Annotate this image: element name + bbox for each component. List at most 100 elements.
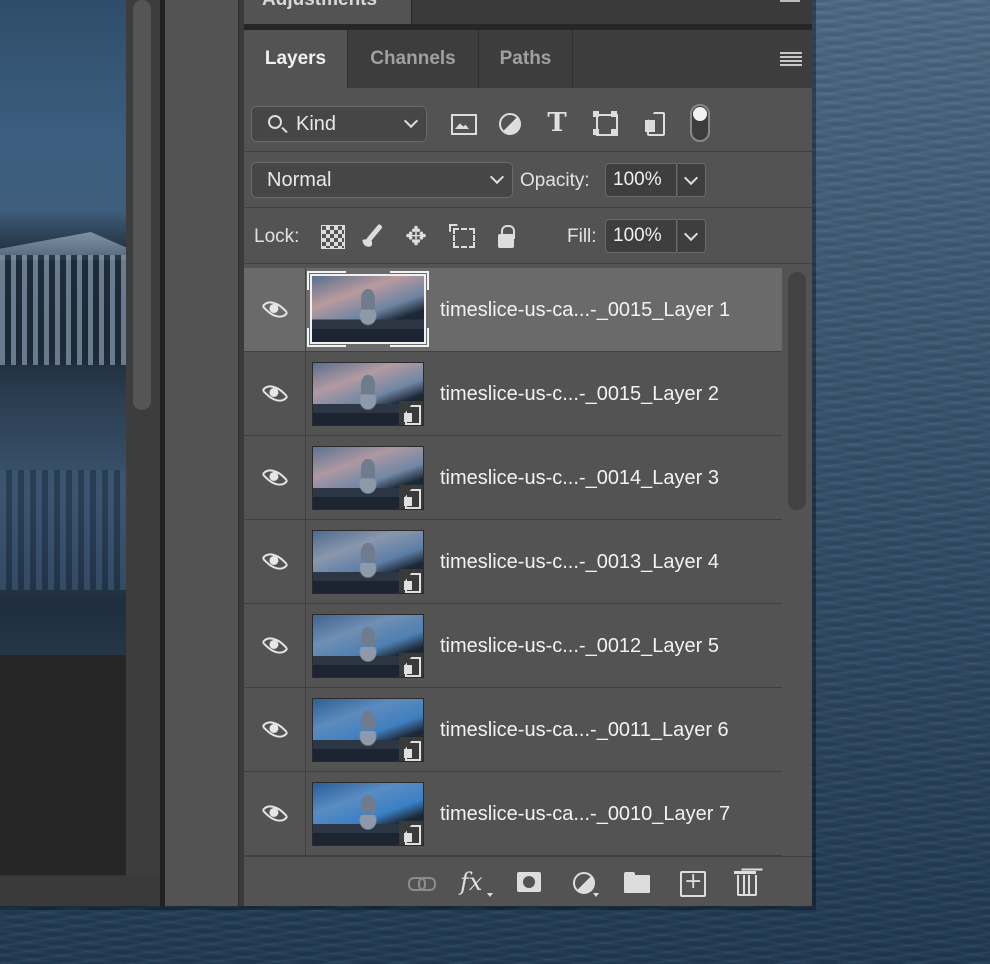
layers-panel-bottom-bar: fx: [244, 856, 812, 906]
thumbnail-dome: [361, 375, 375, 394]
layer-name[interactable]: timeslice-us-c...-_0012_Layer 5: [440, 604, 719, 688]
smart-object-icon: [399, 821, 423, 845]
fill-dropdown-button[interactable]: [678, 219, 706, 253]
layers-list: timeslice-us-ca...-_0015_Layer 1 timeslic…: [244, 268, 782, 856]
smart-object-icon: [399, 653, 423, 677]
visibility-toggle[interactable]: [244, 268, 306, 352]
filter-toggle-switch[interactable]: [690, 104, 710, 142]
layer-thumbnail[interactable]: [312, 530, 424, 594]
lock-artboard-icon[interactable]: [448, 222, 476, 250]
new-group-folder-icon[interactable]: [622, 867, 652, 897]
opacity-dropdown-button[interactable]: [678, 163, 706, 197]
delete-layer-trash-icon[interactable]: [730, 867, 760, 897]
smart-object-filter-icon[interactable]: [637, 106, 671, 140]
layer-name[interactable]: timeslice-us-c...-_0013_Layer 4: [440, 520, 719, 604]
visibility-toggle[interactable]: [244, 520, 306, 604]
canvas-horizontal-scrollbar[interactable]: [0, 876, 160, 906]
layer-thumbnail[interactable]: [312, 362, 424, 426]
layer-thumbnail[interactable]: [312, 698, 424, 762]
link-layers-icon[interactable]: [406, 867, 436, 897]
layer-name[interactable]: timeslice-us-c...-_0015_Layer 2: [440, 352, 719, 436]
eye-icon: [261, 715, 289, 744]
layer-thumbnail[interactable]: [312, 782, 424, 846]
tab-paths[interactable]: Paths: [479, 30, 573, 88]
adjustments-panel: Adjustments: [244, 0, 812, 24]
document-canvas-area: [0, 0, 160, 906]
collapsed-panel-strip[interactable]: [165, 0, 239, 906]
water-reflection: [0, 470, 126, 590]
layers-panel-tabbar: Layers Channels Paths: [244, 30, 812, 88]
add-layer-style-button[interactable]: fx: [460, 867, 493, 897]
layer-row[interactable]: timeslice-us-ca...-_0010_Layer 7: [244, 772, 782, 856]
smart-object-icon: [399, 401, 423, 425]
opacity-label: Opacity:: [520, 170, 590, 191]
layer-row[interactable]: timeslice-us-ca...-_0011_Layer 6: [244, 688, 782, 772]
visibility-toggle[interactable]: [244, 436, 306, 520]
thumbnail-dome: [361, 543, 375, 562]
shape-filter-icon[interactable]: [588, 106, 622, 140]
layers-scrollbar[interactable]: [782, 268, 812, 856]
adjustment-filter-icon[interactable]: [492, 106, 526, 140]
adjustments-panel-menu-icon[interactable]: [780, 0, 800, 3]
layer-name[interactable]: timeslice-us-ca...-_0010_Layer 7: [440, 772, 730, 856]
layer-name[interactable]: timeslice-us-ca...-_0015_Layer 1: [440, 268, 730, 352]
search-icon: [268, 115, 282, 129]
thumbnail-dome: [361, 627, 375, 646]
image-filter-icon[interactable]: [446, 106, 480, 140]
thumbnail-dome: [361, 711, 375, 730]
tab-adjustments[interactable]: Adjustments: [244, 0, 412, 24]
chevron-down-icon: [489, 169, 505, 185]
canvas-image[interactable]: [0, 0, 126, 655]
smart-object-icon: [399, 569, 423, 593]
canvas-pasteboard: [0, 655, 126, 875]
new-adjustment-layer-icon[interactable]: [568, 867, 599, 897]
filter-kind-select[interactable]: Kind: [251, 106, 427, 142]
layer-row[interactable]: timeslice-us-c...-_0014_Layer 3: [244, 436, 782, 520]
type-filter-icon[interactable]: T: [540, 106, 574, 140]
lock-image-pixels-icon[interactable]: [360, 222, 388, 250]
chevron-down-icon: [403, 113, 419, 129]
tab-channels[interactable]: Channels: [348, 30, 479, 88]
add-mask-icon[interactable]: [514, 867, 544, 897]
canvas-vertical-scrollbar[interactable]: [126, 0, 160, 876]
adjustments-tab-label: Adjustments: [262, 0, 377, 10]
layer-row[interactable]: timeslice-us-ca...-_0015_Layer 1: [244, 268, 782, 352]
visibility-toggle[interactable]: [244, 352, 306, 436]
panel-shadow: [812, 0, 816, 906]
tab-layers[interactable]: Layers: [244, 30, 348, 88]
opacity-input[interactable]: 100%: [605, 163, 677, 197]
visibility-toggle[interactable]: [244, 772, 306, 856]
fx-icon: fx: [460, 868, 483, 896]
capitol-columns: [0, 255, 126, 365]
layer-thumbnail[interactable]: [312, 614, 424, 678]
layer-name[interactable]: timeslice-us-c...-_0014_Layer 3: [440, 436, 719, 520]
visibility-toggle[interactable]: [244, 688, 306, 772]
layer-row[interactable]: timeslice-us-c...-_0013_Layer 4: [244, 520, 782, 604]
blend-mode-select[interactable]: Normal: [251, 162, 513, 198]
lock-all-icon[interactable]: [492, 222, 520, 250]
lock-transparent-pixels-icon[interactable]: [318, 222, 346, 250]
layers-scroll-thumb[interactable]: [788, 272, 806, 510]
layer-row[interactable]: timeslice-us-c...-_0015_Layer 2: [244, 352, 782, 436]
eye-icon: [261, 379, 289, 408]
layers-panel: Layers Channels Paths Kind T Normal Opac…: [244, 30, 812, 906]
visibility-toggle[interactable]: [244, 604, 306, 688]
thumbnail-dome: [361, 459, 375, 478]
lock-position-icon[interactable]: ✥: [402, 222, 430, 250]
smart-object-icon: [399, 737, 423, 761]
layer-filter-row: Kind T: [244, 88, 812, 152]
eye-icon: [261, 631, 289, 660]
panel-bottom-shadow: [0, 906, 816, 910]
layer-row[interactable]: timeslice-us-c...-_0012_Layer 5: [244, 604, 782, 688]
canvas-scroll-thumb[interactable]: [133, 0, 151, 410]
lock-label: Lock:: [254, 226, 300, 247]
eye-icon: [261, 295, 289, 324]
layer-thumbnail[interactable]: [312, 446, 424, 510]
layer-name[interactable]: timeslice-us-ca...-_0011_Layer 6: [440, 688, 729, 772]
filter-kind-label: Kind: [296, 113, 337, 135]
smart-object-icon: [399, 485, 423, 509]
new-layer-icon[interactable]: [676, 867, 706, 897]
panel-menu-icon[interactable]: [780, 52, 802, 66]
fill-input[interactable]: 100%: [605, 219, 677, 253]
selection-corners: [307, 271, 429, 347]
